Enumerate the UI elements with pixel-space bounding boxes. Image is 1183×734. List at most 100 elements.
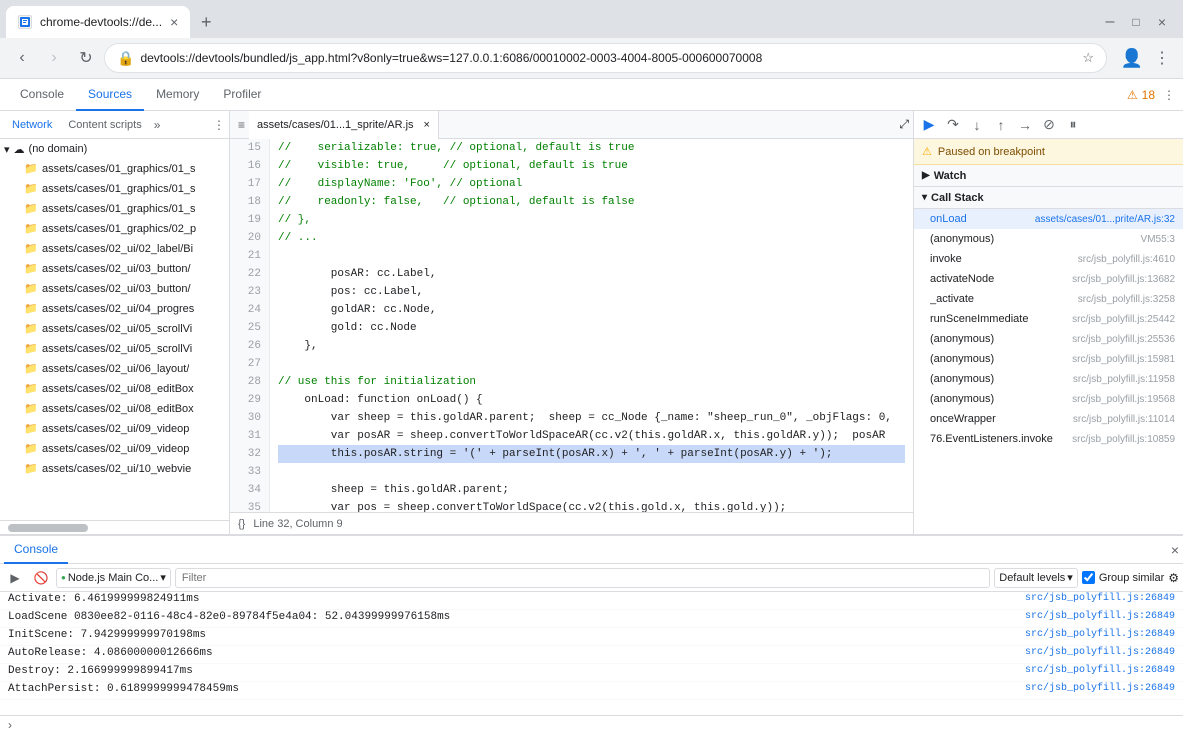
- minimize-button[interactable]: –: [1099, 11, 1121, 33]
- file-tree-item[interactable]: 📁assets/cases/02_ui/03_button/: [0, 259, 229, 279]
- resume-button[interactable]: ▶: [918, 114, 940, 136]
- code-line[interactable]: // readonly: false, // optional, default…: [278, 193, 905, 211]
- group-similar-checkbox[interactable]: Group similar: [1082, 571, 1164, 584]
- context-selector[interactable]: ● Node.js Main Co... ▾: [56, 568, 171, 588]
- step-out-button[interactable]: ↑: [990, 114, 1012, 136]
- file-tree-item[interactable]: 📁assets/cases/02_ui/03_button/: [0, 279, 229, 299]
- console-tab[interactable]: Console: [4, 536, 68, 564]
- console-settings-button[interactable]: ⚙: [1168, 571, 1179, 585]
- tab-close-button[interactable]: ×: [170, 14, 178, 30]
- back-button[interactable]: ‹: [8, 44, 36, 72]
- file-tree-item[interactable]: 📁assets/cases/01_graphics/01_s: [0, 179, 229, 199]
- callstack-item[interactable]: (anonymous)src/jsb_polyfill.js:25536: [914, 329, 1183, 349]
- deactivate-breakpoints-button[interactable]: ⊘: [1038, 114, 1060, 136]
- panel-tab-network[interactable]: Network: [4, 115, 60, 135]
- callstack-item[interactable]: 76.EventListeners.invokesrc/jsb_polyfill…: [914, 429, 1183, 449]
- level-selector[interactable]: Default levels ▾: [994, 568, 1078, 588]
- devtools-more-button[interactable]: ⋮: [1163, 88, 1175, 102]
- horizontal-scroll[interactable]: [0, 520, 229, 534]
- code-line[interactable]: gold: cc.Node: [278, 319, 905, 337]
- callstack-item[interactable]: runSceneImmediatesrc/jsb_polyfill.js:254…: [914, 309, 1183, 329]
- code-line[interactable]: // use this for initialization: [278, 373, 905, 391]
- console-close-button[interactable]: ×: [1171, 542, 1179, 558]
- panel-tab-more-button[interactable]: »: [154, 118, 161, 132]
- console-source[interactable]: src/jsb_polyfill.js:26849: [1025, 665, 1175, 676]
- new-tab-button[interactable]: +: [192, 8, 220, 36]
- code-line[interactable]: // displayName: 'Foo', // optional: [278, 175, 905, 193]
- filter-input[interactable]: [175, 568, 990, 588]
- file-tree-item[interactable]: 📁assets/cases/02_ui/06_layout/: [0, 359, 229, 379]
- menu-button[interactable]: ⋮: [1149, 45, 1175, 71]
- tab-console[interactable]: Console: [8, 79, 76, 111]
- file-tree-item[interactable]: 📁assets/cases/02_ui/09_videop: [0, 419, 229, 439]
- code-line[interactable]: var pos = sheep.convertToWorldSpace(cc.v…: [278, 499, 905, 512]
- file-tree-item[interactable]: 📁assets/cases/02_ui/05_scrollVi: [0, 319, 229, 339]
- maximize-button[interactable]: □: [1125, 11, 1147, 33]
- console-source[interactable]: src/jsb_polyfill.js:26849: [1025, 647, 1175, 658]
- code-line[interactable]: // },: [278, 211, 905, 229]
- code-line[interactable]: [278, 463, 905, 481]
- editor-expand-button[interactable]: ⤢: [895, 117, 913, 132]
- tab-memory[interactable]: Memory: [144, 79, 211, 111]
- file-tree-item[interactable]: 📁assets/cases/01_graphics/02_p: [0, 219, 229, 239]
- file-tree-item[interactable]: 📁assets/cases/02_ui/10_webvie: [0, 459, 229, 479]
- collapse-left-button[interactable]: ≡: [234, 118, 249, 132]
- file-tree-item[interactable]: 📁assets/cases/02_ui/05_scrollVi: [0, 339, 229, 359]
- callstack-item[interactable]: (anonymous)src/jsb_polyfill.js:15981: [914, 349, 1183, 369]
- file-tree-item[interactable]: 📁assets/cases/02_ui/02_label/Bi: [0, 239, 229, 259]
- callstack-item[interactable]: (anonymous)VM55:3: [914, 229, 1183, 249]
- file-tree-item[interactable]: 📁assets/cases/02_ui/09_videop: [0, 439, 229, 459]
- file-tree-item[interactable]: 📁assets/cases/02_ui/08_editBox: [0, 399, 229, 419]
- code-line[interactable]: },: [278, 337, 905, 355]
- watch-section-header[interactable]: ▶ Watch: [914, 165, 1183, 187]
- tab-sources[interactable]: Sources: [76, 79, 144, 111]
- pause-on-exceptions-button[interactable]: ⏸: [1062, 114, 1084, 136]
- editor-tab-close[interactable]: ×: [424, 119, 430, 131]
- code-line[interactable]: // visible: true, // optional, default i…: [278, 157, 905, 175]
- execute-button[interactable]: ▶: [4, 567, 26, 589]
- file-tree-item[interactable]: 📁assets/cases/01_graphics/01_s: [0, 199, 229, 219]
- code-line[interactable]: sheep = this.goldAR.parent;: [278, 481, 905, 499]
- code-content[interactable]: // serializable: true, // optional, defa…: [270, 139, 913, 512]
- code-line[interactable]: [278, 247, 905, 265]
- tab-profiler[interactable]: Profiler: [211, 79, 273, 111]
- console-source[interactable]: src/jsb_polyfill.js:26849: [1025, 683, 1175, 694]
- step-into-button[interactable]: ↓: [966, 114, 988, 136]
- code-line[interactable]: this.posAR.string = '(' + parseInt(posAR…: [278, 445, 905, 463]
- scroll-thumb[interactable]: [8, 524, 88, 532]
- code-line[interactable]: onLoad: function onLoad() {: [278, 391, 905, 409]
- callstack-item[interactable]: onLoadassets/cases/01...prite/AR.js:32: [914, 209, 1183, 229]
- callstack-item[interactable]: onceWrappersrc/jsb_polyfill.js:11014: [914, 409, 1183, 429]
- code-line[interactable]: [278, 355, 905, 373]
- console-source[interactable]: src/jsb_polyfill.js:26849: [1025, 629, 1175, 640]
- address-bar[interactable]: 🔒 devtools://devtools/bundled/js_app.htm…: [104, 43, 1107, 73]
- code-line[interactable]: pos: cc.Label,: [278, 283, 905, 301]
- reload-button[interactable]: ↻: [72, 44, 100, 72]
- bookmark-icon[interactable]: ☆: [1082, 50, 1094, 66]
- callstack-item[interactable]: _activatesrc/jsb_polyfill.js:3258: [914, 289, 1183, 309]
- step-button[interactable]: →: [1014, 114, 1036, 136]
- callstack-section-header[interactable]: ▾ Call Stack: [914, 187, 1183, 209]
- active-editor-tab[interactable]: assets/cases/01...1_sprite/AR.js ×: [249, 111, 439, 139]
- callstack-item[interactable]: invokesrc/jsb_polyfill.js:4610: [914, 249, 1183, 269]
- panel-tab-content-scripts[interactable]: Content scripts: [60, 115, 149, 135]
- braces-button[interactable]: {}: [238, 518, 245, 530]
- step-over-button[interactable]: ↷: [942, 114, 964, 136]
- panel-tab-menu-button[interactable]: ⋮: [213, 118, 225, 132]
- account-button[interactable]: 👤: [1119, 45, 1145, 71]
- file-tree-item[interactable]: 📁assets/cases/02_ui/08_editBox: [0, 379, 229, 399]
- callstack-item[interactable]: activateNodesrc/jsb_polyfill.js:13682: [914, 269, 1183, 289]
- console-source[interactable]: src/jsb_polyfill.js:26849: [1025, 611, 1175, 622]
- active-tab[interactable]: chrome-devtools://de... ×: [6, 6, 190, 38]
- callstack-item[interactable]: (anonymous)src/jsb_polyfill.js:19568: [914, 389, 1183, 409]
- code-line[interactable]: // serializable: true, // optional, defa…: [278, 139, 905, 157]
- domain-item[interactable]: ▾ ☁ (no domain): [0, 139, 229, 159]
- forward-button[interactable]: ›: [40, 44, 68, 72]
- file-tree-item[interactable]: 📁assets/cases/01_graphics/01_s: [0, 159, 229, 179]
- code-line[interactable]: var posAR = sheep.convertToWorldSpaceAR(…: [278, 427, 905, 445]
- file-tree-item[interactable]: 📁assets/cases/02_ui/04_progres: [0, 299, 229, 319]
- code-line[interactable]: posAR: cc.Label,: [278, 265, 905, 283]
- callstack-item[interactable]: (anonymous)src/jsb_polyfill.js:11958: [914, 369, 1183, 389]
- code-line[interactable]: // ...: [278, 229, 905, 247]
- group-similar-input[interactable]: [1082, 571, 1095, 584]
